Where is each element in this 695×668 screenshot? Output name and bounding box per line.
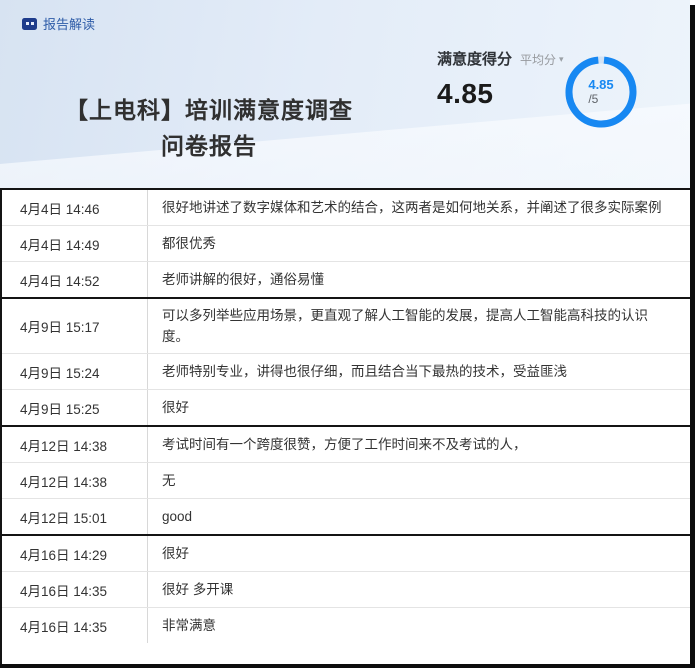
table-row: 4月12日 15:01 good: [2, 498, 690, 534]
score-value: 4.85: [437, 78, 564, 110]
aggregation-dropdown[interactable]: 平均分 ▾: [520, 51, 564, 68]
comment-time: 4月12日 14:38: [2, 463, 148, 498]
comment-text: 老师讲解的很好，通俗易懂: [148, 262, 690, 297]
table-row: 4月16日 14:35 非常满意: [2, 607, 690, 643]
comment-group-apr12: 4月12日 14:38 考试时间有一个跨度很赞，方便了工作时间来不及考试的人， …: [2, 427, 690, 536]
report-icon: [22, 18, 37, 30]
gauge-value: 4.85: [588, 77, 613, 92]
comment-time: 4月4日 14:46: [2, 190, 148, 225]
comment-text: 无: [148, 463, 690, 498]
table-row: 4月12日 14:38 考试时间有一个跨度很赞，方便了工作时间来不及考试的人，: [2, 427, 690, 462]
screenshot-frame-right: [690, 5, 695, 668]
nav-label: 报告解读: [43, 14, 95, 33]
comment-text: 都很优秀: [148, 226, 690, 261]
comment-text: 考试时间有一个跨度很赞，方便了工作时间来不及考试的人，: [148, 427, 690, 462]
aggregation-label: 平均分: [520, 51, 556, 68]
report-header: 报告解读 【上电科】培训满意度调查 问卷报告 满意度得分 平均分 ▾ 4.85 …: [0, 0, 690, 188]
satisfaction-score-panel: 满意度得分 平均分 ▾ 4.85: [437, 48, 564, 110]
table-row: 4月4日 14:52 老师讲解的很好，通俗易懂: [2, 261, 690, 297]
score-label: 满意度得分: [437, 48, 512, 69]
comment-time: 4月12日 15:01: [2, 499, 148, 534]
page-title: 【上电科】培训满意度调查 问卷报告: [25, 92, 393, 164]
comment-group-apr4: 4月4日 14:46 很好地讲述了数字媒体和艺术的结合，这两者是如何地关系，并阐…: [2, 190, 690, 299]
comment-time: 4月9日 15:24: [2, 354, 148, 389]
table-row: 4月16日 14:29 很好: [2, 536, 690, 571]
comment-time: 4月4日 14:52: [2, 262, 148, 297]
comment-text: 很好地讲述了数字媒体和艺术的结合，这两者是如何地关系，并阐述了很多实际案例: [148, 190, 690, 225]
comment-time: 4月9日 15:25: [2, 390, 148, 425]
page-title-line2: 问卷报告: [25, 128, 393, 164]
comment-time: 4月16日 14:35: [2, 608, 148, 643]
comment-group-apr16: 4月16日 14:29 很好 4月16日 14:35 很好 多开课 4月16日 …: [2, 536, 690, 643]
comment-text: 很好 多开课: [148, 572, 690, 607]
comment-text: 老师特别专业，讲得也很仔细，而且结合当下最热的技术，受益匪浅: [148, 354, 690, 389]
comment-text: 非常满意: [148, 608, 690, 643]
comment-time: 4月4日 14:49: [2, 226, 148, 261]
page-title-line1: 【上电科】培训满意度调查: [25, 92, 393, 128]
table-row: 4月4日 14:46 很好地讲述了数字媒体和艺术的结合，这两者是如何地关系，并阐…: [2, 190, 690, 225]
score-gauge: 4.85 /5: [565, 56, 637, 128]
comment-time: 4月12日 14:38: [2, 427, 148, 462]
table-row: 4月9日 15:17 可以多列举些应用场景，更直观了解人工智能的发展，提高人工智…: [2, 299, 690, 353]
comment-text: 很好: [148, 536, 690, 571]
comments-table: 4月4日 14:46 很好地讲述了数字媒体和艺术的结合，这两者是如何地关系，并阐…: [0, 188, 690, 664]
comment-text: good: [148, 499, 690, 534]
table-row: 4月9日 15:25 很好: [2, 389, 690, 425]
comment-time: 4月9日 15:17: [2, 299, 148, 353]
comment-text: 可以多列举些应用场景，更直观了解人工智能的发展，提高人工智能高科技的认识度。: [148, 299, 690, 353]
comment-group-apr9: 4月9日 15:17 可以多列举些应用场景，更直观了解人工智能的发展，提高人工智…: [2, 299, 690, 427]
table-row: 4月9日 15:24 老师特别专业，讲得也很仔细，而且结合当下最热的技术，受益匪…: [2, 353, 690, 389]
dropdown-caret-icon: ▾: [559, 54, 564, 65]
comment-text: 很好: [148, 390, 690, 425]
table-row: 4月12日 14:38 无: [2, 462, 690, 498]
nav-report-interpretation[interactable]: 报告解读: [22, 14, 95, 33]
comment-time: 4月16日 14:35: [2, 572, 148, 607]
table-row: 4月16日 14:35 很好 多开课: [2, 571, 690, 607]
table-row: 4月4日 14:49 都很优秀: [2, 225, 690, 261]
comment-time: 4月16日 14:29: [2, 536, 148, 571]
gauge-max: /5: [588, 92, 613, 107]
screenshot-frame-bottom: [0, 664, 695, 668]
